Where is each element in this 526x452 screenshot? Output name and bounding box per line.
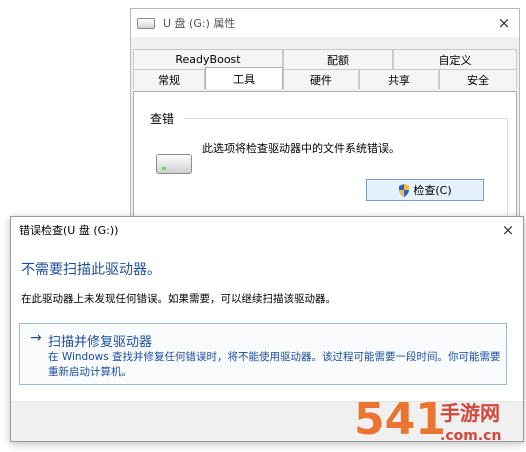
command-link-title: 扫描并修复驱动器 — [48, 335, 153, 350]
command-link-description: 在 Windows 查找并修复任何错误时，将不能使用驱动器。该过程可能需要一段时… — [48, 351, 501, 378]
site-watermark-logo: 541 手游网 .com.cn — [354, 394, 501, 445]
dialog-body-text: 在此驱动器上未发现任何错误。如果需要，可以继续扫描该驱动器。 — [21, 293, 336, 305]
arrow-right-icon: → — [30, 330, 42, 346]
tab-readyboost[interactable]: ReadyBoost — [133, 49, 283, 69]
tab-hardware[interactable]: 硬件 — [283, 69, 359, 89]
svg-text:.com.cn: .com.cn — [440, 428, 501, 444]
error-check-description: 此选项将检查驱动器中的文件系统错误。 — [202, 142, 400, 155]
svg-text:手游网: 手游网 — [440, 401, 500, 425]
properties-window: U 盘 (G:) 属性 × ReadyBoost 配额 自定义 常规 工具 硬件… — [130, 8, 520, 240]
tab-customize[interactable]: 自定义 — [393, 49, 517, 69]
drive-icon — [156, 154, 192, 174]
tab-quota[interactable]: 配额 — [283, 49, 393, 69]
tab-row-bottom: 常规 工具 硬件 共享 安全 — [133, 67, 517, 89]
dialog-close-button[interactable]: × — [493, 221, 523, 239]
dialog-heading: 不需要扫描此驱动器。 — [21, 262, 161, 278]
dialog-title: 错误检查(U 盘 (G:)) — [19, 224, 119, 237]
properties-close-button[interactable]: × — [489, 14, 519, 32]
group-divider — [184, 118, 508, 119]
usb-drive-small-icon — [137, 17, 155, 29]
scan-and-repair-command-link[interactable]: → 扫描并修复驱动器 在 Windows 查找并修复任何错误时，将不能使用驱动器… — [19, 323, 507, 385]
tab-security[interactable]: 安全 — [439, 69, 517, 89]
tab-row-top: ReadyBoost 配额 自定义 — [133, 49, 517, 69]
properties-titlebar: U 盘 (G:) 属性 × — [131, 9, 519, 37]
properties-title: U 盘 (G:) 属性 — [163, 17, 236, 30]
svg-text:541: 541 — [354, 394, 446, 445]
dialog-titlebar: 错误检查(U 盘 (G:)) × — [11, 217, 523, 243]
check-button-label: 检查(C) — [413, 184, 452, 197]
tab-tools[interactable]: 工具 — [205, 67, 283, 89]
tab-sharing[interactable]: 共享 — [359, 69, 439, 89]
error-checking-group-label: 查错 — [150, 112, 175, 126]
check-button[interactable]: 检查(C) — [366, 179, 484, 201]
uac-shield-icon — [399, 183, 410, 197]
tab-general[interactable]: 常规 — [133, 69, 205, 89]
tab-strip: ReadyBoost 配额 自定义 常规 工具 硬件 共享 安全 — [133, 49, 517, 89]
